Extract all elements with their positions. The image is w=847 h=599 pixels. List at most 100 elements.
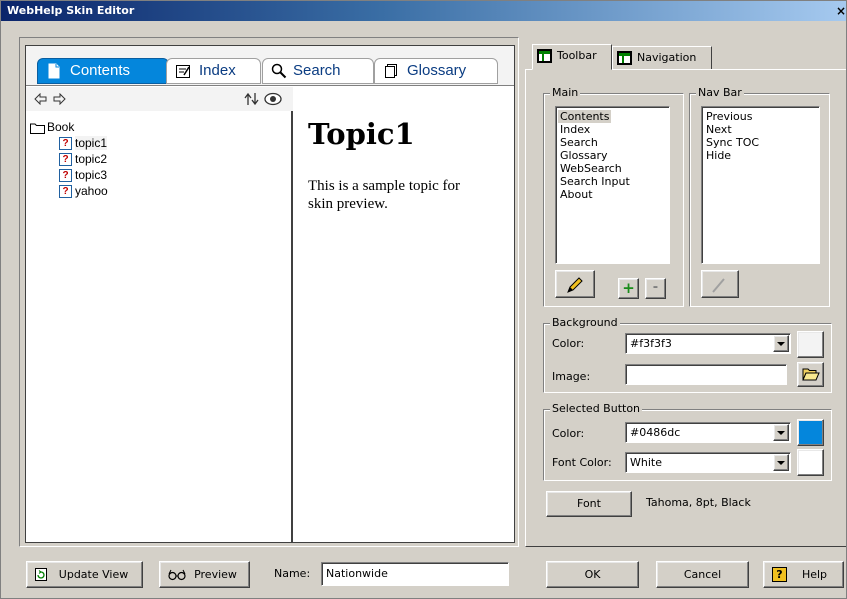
list-item[interactable]: Next [706, 123, 815, 136]
help-button[interactable]: ? Help [763, 561, 844, 588]
tree-topic-label: topic2 [75, 152, 108, 166]
glossary-icon [385, 64, 397, 78]
remove-button[interactable]: - [645, 278, 666, 299]
topic-icon: ? [59, 185, 72, 199]
skin-tab-label: Index [199, 62, 236, 79]
skin-tab-search[interactable]: Search [262, 58, 374, 84]
topic-icon: ? [59, 137, 72, 151]
window-title: WebHelp Skin Editor [7, 4, 135, 17]
list-item[interactable]: Search [560, 136, 665, 149]
tab-toolbar-label: Toolbar [557, 49, 597, 62]
list-item[interactable]: Glossary [560, 149, 665, 162]
skin-tab-bar: Contents Index Search Glossary [26, 46, 514, 86]
tree-topic-label: topic3 [75, 168, 108, 182]
tree-topic[interactable]: ? topic1 [30, 135, 108, 151]
dropdown-arrow[interactable] [773, 335, 789, 352]
selected-button-legend: Selected Button [550, 402, 643, 416]
list-item[interactable]: WebSearch [560, 162, 665, 175]
list-item[interactable]: Index [560, 123, 665, 136]
font-color-swatch[interactable] [797, 449, 824, 476]
dropdown-arrow[interactable] [773, 454, 789, 471]
skin-editor-window: WebHelp Skin Editor × Contents Index Sea… [0, 0, 847, 599]
update-view-button[interactable]: Update View [26, 561, 143, 588]
tab-toolbar[interactable]: Toolbar [532, 44, 612, 70]
page-icon [48, 63, 60, 79]
background-color-value: #f3f3f3 [630, 337, 672, 350]
tab-navigation[interactable]: Navigation [612, 46, 712, 70]
name-label: Name: [274, 567, 311, 580]
forward-icon[interactable] [52, 93, 66, 105]
font-description: Tahoma, 8pt, Black [646, 496, 751, 509]
topic-icon: ? [59, 153, 72, 167]
navbar-group: Nav Bar Previous Next Sync TOC Hide [689, 86, 830, 307]
background-color-label: Color: [552, 337, 585, 350]
background-color-select[interactable]: #f3f3f3 [625, 333, 791, 354]
skin-tab-contents[interactable]: Contents [37, 58, 169, 84]
chevron-down-icon [777, 431, 785, 435]
navbar-list[interactable]: Previous Next Sync TOC Hide [701, 106, 820, 264]
topic-icon: ? [59, 169, 72, 183]
skin-tab-label: Search [293, 62, 341, 79]
font-color-select[interactable]: White [625, 452, 791, 473]
tab-navigation-label: Navigation [637, 51, 697, 64]
edit-main-button[interactable] [555, 270, 595, 298]
navbar-legend: Nav Bar [696, 86, 744, 100]
add-button[interactable]: + [618, 278, 639, 299]
toc-tree: Book ? topic1 ? topic2 ? topic3 ? yahoo [30, 119, 108, 199]
font-color-value: White [630, 456, 662, 469]
selected-color-value: #0486dc [630, 426, 681, 439]
topic-body: This is a sample topic for skin preview. [308, 178, 461, 212]
sync-toc-icon[interactable] [244, 92, 260, 106]
tree-book-label: Book [47, 120, 75, 134]
toc-pane: Book ? topic1 ? topic2 ? topic3 ? yahoo [26, 87, 293, 542]
list-item[interactable]: Previous [706, 110, 815, 123]
update-view-label: Update View [58, 568, 129, 581]
main-group: Main Contents Index Search Glossary WebS… [543, 86, 684, 307]
selected-color-select[interactable]: #0486dc [625, 422, 791, 443]
list-item[interactable]: Search Input [560, 175, 665, 188]
list-item[interactable]: Hide [706, 149, 815, 162]
chevron-down-icon [777, 342, 785, 346]
main-list[interactable]: Contents Index Search Glossary WebSearch… [555, 106, 670, 264]
browse-image-button[interactable] [797, 362, 824, 387]
title-bar[interactable]: WebHelp Skin Editor × [1, 1, 846, 21]
preview-label: Preview [194, 568, 237, 581]
chevron-down-icon [777, 461, 785, 465]
toolbar-icon [537, 49, 552, 63]
preview-button[interactable]: Preview [159, 561, 250, 588]
search-icon [271, 63, 287, 79]
name-field[interactable]: Nationwide [321, 562, 509, 586]
background-image-field[interactable] [625, 364, 787, 385]
index-icon [176, 65, 190, 78]
navigation-icon [617, 51, 632, 65]
list-item[interactable]: Sync TOC [706, 136, 815, 149]
pencil-disabled-icon [712, 278, 725, 293]
skin-tab-label: Contents [70, 62, 131, 79]
list-item[interactable]: Contents [558, 110, 612, 123]
ok-button[interactable]: OK [546, 561, 639, 588]
selected-color-swatch[interactable] [797, 419, 824, 446]
dropdown-arrow[interactable] [773, 424, 789, 441]
back-icon[interactable] [34, 93, 48, 105]
tree-topic[interactable]: ? topic2 [30, 151, 108, 167]
tree-topic-label: topic1 [75, 136, 108, 150]
cancel-button[interactable]: Cancel [656, 561, 749, 588]
tree-book[interactable]: Book [30, 119, 108, 135]
help-label: Help [801, 568, 828, 581]
skin-tab-glossary[interactable]: Glossary [374, 58, 498, 84]
pencil-icon [567, 277, 583, 293]
tree-topic-label: yahoo [75, 184, 108, 198]
folder-icon [30, 123, 45, 134]
tree-topic[interactable]: ? yahoo [30, 183, 108, 199]
edit-navbar-button[interactable] [701, 270, 739, 298]
show-hide-icon[interactable] [264, 92, 282, 106]
selected-color-label: Color: [552, 427, 585, 440]
close-icon[interactable]: × [836, 4, 846, 18]
skin-tab-index[interactable]: Index [166, 58, 261, 84]
glasses-icon [168, 569, 186, 581]
background-color-swatch[interactable] [797, 331, 824, 358]
tree-topic[interactable]: ? topic3 [30, 167, 108, 183]
list-item[interactable]: About [560, 188, 665, 201]
skin-preview: Contents Index Search Glossary Book ? to… [25, 45, 515, 543]
font-button[interactable]: Font [546, 491, 632, 517]
